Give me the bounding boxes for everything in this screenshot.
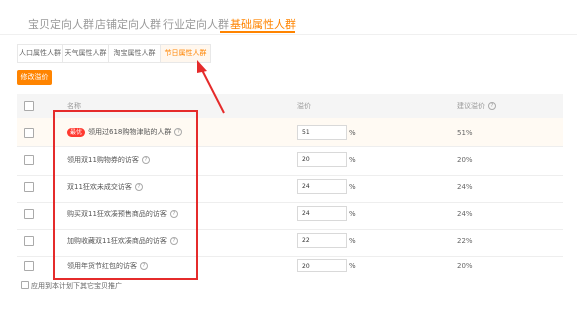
row-checkbox[interactable]: [24, 182, 34, 192]
suggested-value: 22%: [457, 237, 473, 245]
row-checkbox[interactable]: [24, 236, 34, 246]
annotation-highlight-box: [53, 110, 198, 280]
header-premium: 溢价: [297, 102, 311, 110]
premium-input[interactable]: 24: [297, 179, 347, 194]
modify-premium-button[interactable]: 修改溢价: [17, 70, 52, 85]
percent-label: %: [349, 262, 356, 270]
suggested-value: 20%: [457, 262, 473, 270]
apply-all-label: 应用到本计划下其它宝贝推广: [31, 282, 122, 290]
subtab-taobao[interactable]: 淘宝属性人群: [109, 44, 161, 63]
select-all-checkbox[interactable]: [24, 101, 34, 111]
active-tab-indicator: [220, 31, 295, 33]
premium-input[interactable]: 22: [297, 233, 347, 248]
premium-input[interactable]: 51: [297, 125, 347, 140]
subtab-demographic[interactable]: 人口属性人群: [17, 44, 63, 63]
tab-basic-attributes[interactable]: 基础属性人群: [230, 16, 296, 32]
row-checkbox[interactable]: [24, 261, 34, 271]
tabs-divider: [0, 34, 577, 35]
suggested-value: 20%: [457, 156, 473, 164]
header-suggested: 建议溢价 ?: [457, 101, 496, 111]
row-checkbox[interactable]: [24, 128, 34, 138]
question-circle-icon[interactable]: ?: [488, 102, 496, 110]
suggested-value: 24%: [457, 183, 473, 191]
row-checkbox[interactable]: [24, 155, 34, 165]
row-checkbox[interactable]: [24, 209, 34, 219]
subtab-holiday[interactable]: 节日属性人群: [161, 44, 211, 63]
suggested-value: 24%: [457, 210, 473, 218]
subtab-weather[interactable]: 天气属性人群: [63, 44, 109, 63]
percent-label: %: [349, 210, 356, 218]
suggested-value: 51%: [457, 129, 473, 137]
percent-label: %: [349, 237, 356, 245]
premium-input[interactable]: 20: [297, 152, 347, 167]
tab-shop-targeting[interactable]: 店铺定向人群: [95, 16, 161, 32]
percent-label: %: [349, 129, 356, 137]
tab-item-targeting[interactable]: 宝贝定向人群: [28, 16, 94, 32]
premium-input[interactable]: 24: [297, 206, 347, 221]
tab-industry-targeting[interactable]: 行业定向人群: [163, 16, 229, 32]
percent-label: %: [349, 183, 356, 191]
premium-input[interactable]: 20: [297, 259, 347, 272]
apply-all-checkbox[interactable]: [21, 281, 29, 289]
header-suggested-label: 建议溢价: [457, 102, 485, 110]
percent-label: %: [349, 156, 356, 164]
